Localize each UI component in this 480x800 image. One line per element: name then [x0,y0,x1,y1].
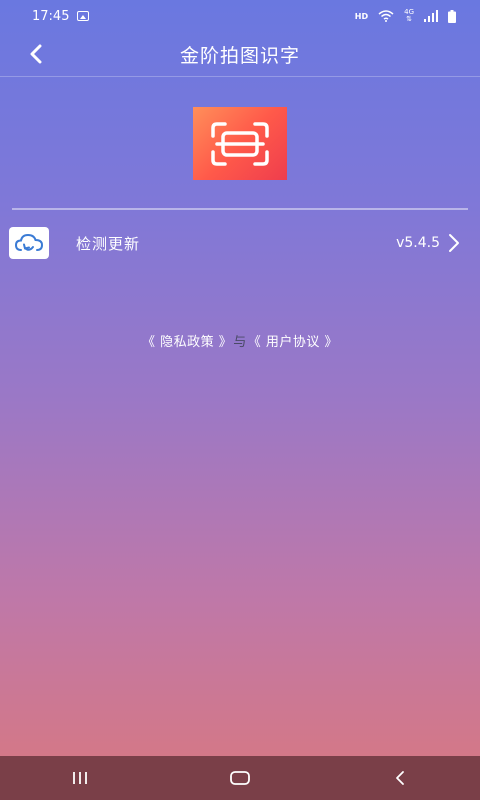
status-bar: 17:45 HD 4G ⇅ [0,0,480,32]
system-nav-bar [0,756,480,800]
home-button[interactable] [210,756,270,800]
signal-icon [424,10,438,22]
check-update-label: 检测更新 [76,234,141,253]
back-button[interactable] [22,40,50,68]
network-badge: 4G ⇅ [404,9,414,23]
version-text: v5.4.5 [396,235,440,251]
chevron-right-icon [449,234,459,252]
page-title: 金阶拍图识字 [179,44,300,67]
app-logo [193,107,287,180]
battery-icon [448,9,456,23]
policy-separator: 与 [233,335,247,350]
privacy-policy-link[interactable]: 《 隐私政策 》 [142,335,232,350]
recent-apps-icon [73,772,87,784]
wifi-icon [378,10,394,22]
user-agreement-link[interactable]: 《 用户协议 》 [248,335,338,350]
divider [12,208,468,210]
home-icon [230,771,250,785]
status-time: 17:45 [32,8,70,24]
recent-apps-button[interactable] [50,756,110,800]
policy-links: 《 隐私政策 》与《 用户协议 》 [0,331,480,350]
status-right: HD 4G ⇅ [355,9,456,23]
nav-back-button[interactable] [370,756,430,800]
check-update-row[interactable]: 检测更新 v5.4.5 [0,222,480,264]
status-left: 17:45 [32,8,90,24]
cloud-refresh-icon [9,227,49,259]
back-icon [396,771,404,785]
chevron-left-icon [30,44,42,64]
network-activity: ⇅ [406,15,412,23]
app-header: 金阶拍图识字 [0,32,480,77]
gallery-icon [77,11,90,21]
scan-frame-icon [211,121,269,166]
hd-badge: HD [354,11,369,21]
